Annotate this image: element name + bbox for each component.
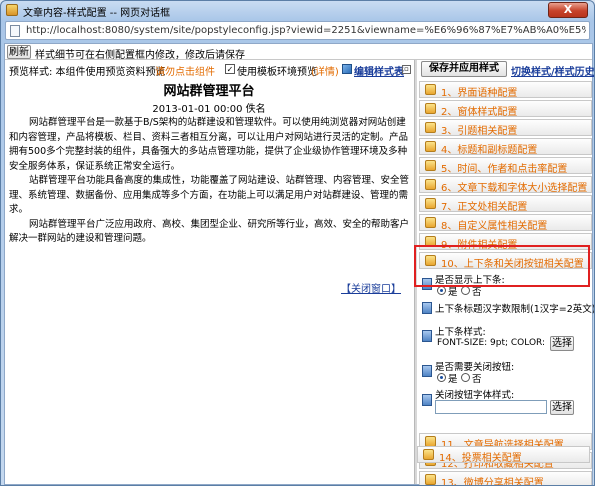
folder-icon — [425, 141, 436, 152]
config-item-label: 3、引题相关配置 — [441, 126, 518, 137]
config-item-body[interactable]: 7、正文处相关配置 — [419, 195, 592, 213]
config-item-label: 14、投票相关配置 — [439, 453, 522, 464]
use-env-label: 使用模板环境预览 — [237, 67, 317, 78]
folder-icon — [425, 160, 436, 171]
article-paragraph: 网站群管理平台广泛应用政府、高校、集团型企业、研究所等行业，高效、安全的帮助客户… — [9, 218, 410, 245]
folder-icon — [425, 179, 436, 190]
show-prevnext-yes-radio[interactable] — [437, 286, 446, 295]
config-item-label: 8、自定义属性相关配置 — [441, 221, 548, 232]
no-label: 否 — [472, 374, 482, 385]
config-item-weibo[interactable]: 13、微博分享相关配置 — [419, 471, 592, 486]
article-paragraph: 网站群管理平台是一款基于B/S架构的站群建设和管理软件。可以使用纯浏览器对网站创… — [9, 117, 409, 172]
config-item-label: 6、文章下载和字体大小选择配置 — [441, 183, 588, 194]
prevnext-style-select-button[interactable]: 选择 — [550, 336, 574, 351]
config-item-label: 13、微博分享相关配置 — [441, 478, 544, 486]
prevnext-panel: 是否显示上下条: 是 否 上下条标题汉字数限制(1汉字=2英文): 上下条样式:… — [419, 270, 595, 438]
prevnext-style-label: 上下条样式: — [435, 327, 486, 338]
close-button[interactable]: X — [548, 2, 588, 18]
folder-icon — [425, 217, 436, 228]
preview-label: 预览样式: 本组件使用预览资料预览 — [9, 67, 166, 78]
app-icon — [6, 4, 18, 16]
article-meta: 2013-01-01 00:00 佚名 — [152, 104, 266, 115]
setting-icon — [422, 394, 432, 406]
need-close-no-radio[interactable] — [461, 373, 470, 382]
close-window-link[interactable]: 【关闭窗口】 — [341, 280, 401, 295]
config-item-language[interactable]: 1、界面语种配置 — [419, 81, 592, 99]
close-font-input[interactable] — [435, 400, 547, 414]
setting-icon — [422, 330, 432, 342]
folder-icon — [425, 103, 436, 114]
article-preview: 网站群管理平台 2013-01-01 00:00 佚名 网站群管理平台是一款基于… — [7, 80, 411, 484]
toolbar: 刷新 样式细节可在右侧配置框内修改，修改后请保存 — [5, 44, 592, 61]
config-item-vote[interactable]: 14、投票相关配置 — [417, 446, 590, 464]
config-item-custom-attr[interactable]: 8、自定义属性相关配置 — [419, 214, 592, 232]
title-limit-label: 上下条标题汉字数限制(1汉字=2英文): — [435, 304, 595, 315]
refresh-button[interactable]: 刷新 — [7, 45, 31, 59]
folder-icon — [425, 122, 436, 133]
folder-icon — [425, 474, 436, 485]
yes-label: 是 — [448, 374, 458, 385]
window-title: 文章内容-样式配置 -- 网页对话框 — [23, 8, 171, 19]
title-bar: 文章内容-样式配置 -- 网页对话框 X — [1, 1, 594, 19]
config-item-title[interactable]: 4、标题和副标题配置 — [419, 138, 592, 156]
switch-style-link[interactable]: 切换样式/样式历史 — [511, 63, 594, 78]
collapse-icon[interactable]: ▫ — [402, 65, 411, 74]
config-item-download-font[interactable]: 6、文章下载和字体大小选择配置 — [419, 176, 592, 194]
edit-style-link[interactable]: 编辑样式表 — [354, 63, 404, 78]
click-component-note: 请勿点击组件 — [155, 67, 215, 78]
toolbar-hint: 样式细节可在右侧配置框内修改，修改后请保存 — [35, 50, 245, 61]
setting-icon — [422, 302, 432, 314]
config-item-window[interactable]: 2、窗体样式配置 — [419, 100, 592, 118]
need-close-yes-radio[interactable] — [437, 373, 446, 382]
prevnext-style-input[interactable]: FONT-SIZE: 9pt; COLOR: # — [435, 337, 547, 351]
address-bar: http://localhost:8080/system/site/popsty… — [5, 21, 590, 40]
folder-icon — [425, 84, 436, 95]
config-item-label: 1、界面语种配置 — [441, 88, 518, 99]
show-prevnext-no-radio[interactable] — [461, 286, 470, 295]
close-font-label: 关闭按钮字体样式: — [435, 390, 515, 401]
config-item-label: 2、窗体样式配置 — [441, 107, 518, 118]
highlight-box — [414, 245, 590, 287]
page-icon — [10, 25, 20, 37]
url-text: http://localhost:8080/system/site/popsty… — [26, 25, 586, 36]
edit-style-icon — [342, 64, 352, 74]
dialog-window: 文章内容-样式配置 -- 网页对话框 X http://localhost:80… — [0, 0, 595, 486]
article-paragraph: 站群管理平台功能具备高度的集成性，功能覆盖了网站建设、站群管理、内容管理、安全管… — [9, 175, 410, 215]
config-item-label: 7、正文处相关配置 — [441, 202, 528, 213]
config-item-label: 5、时间、作者和点击率配置 — [441, 164, 568, 175]
article-body: 网站群管理平台是一款基于B/S架构的站群建设和管理软件。可以使用纯浏览器对网站创… — [9, 116, 409, 247]
config-item-lead[interactable]: 3、引题相关配置 — [419, 119, 592, 137]
close-font-select-button[interactable]: 选择 — [550, 400, 574, 415]
folder-icon — [425, 198, 436, 209]
config-item-label: 4、标题和副标题配置 — [441, 145, 538, 156]
config-item-time-author[interactable]: 5、时间、作者和点击率配置 — [419, 157, 592, 175]
article-title: 网站群管理平台 — [163, 84, 255, 99]
save-apply-button[interactable]: 保存并应用样式 — [421, 61, 507, 77]
detail-link[interactable]: (详情) — [311, 63, 339, 78]
use-env-checkbox[interactable]: ✓ — [225, 64, 235, 74]
folder-icon — [423, 449, 434, 460]
setting-icon — [422, 365, 432, 377]
